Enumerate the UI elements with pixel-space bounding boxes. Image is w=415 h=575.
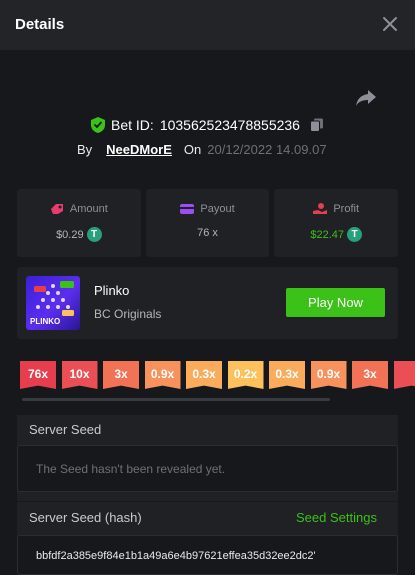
multiplier-value: 0.9x [311,367,347,381]
multiplier-slot: 10x [62,361,98,389]
server-seed-hash-value: bbfdf2a385e9f84e1b1a49a6e4b97621effea35d… [36,550,316,562]
seed-settings-link[interactable]: Seed Settings [296,510,377,525]
multiplier-value: 0.3x [186,367,222,381]
on-label: On [184,142,201,157]
server-seed-hash-box[interactable]: bbfdf2a385e9f84e1b1a49a6e4b97621effea35d… [17,535,398,575]
tether-icon: T [347,227,362,242]
page-title: Details [15,16,64,33]
multiplier-value: 3x [352,367,388,381]
by-label: By [77,142,92,157]
payout-card: Payout 76 x [146,189,270,257]
profit-hand-icon [313,203,327,215]
multiplier-slot: 0.2x [228,361,264,389]
bet-id-line: Bet ID: 103562523478855236 [0,116,415,134]
multiplier-slot-partial [394,361,415,389]
plinko-thumbnail[interactable]: PLINKO [26,276,80,330]
tether-icon: T [87,227,102,242]
profit-label: Profit [333,203,359,215]
plinko-thumb-text: PLINKO [30,317,60,326]
username-link[interactable]: NeeDMorE [106,142,172,157]
multiplier-slot: 3x [352,361,388,389]
verified-shield-icon [91,117,105,133]
profit-value: $22.47 [310,229,344,241]
profit-card: Profit $22.47 T [274,189,398,257]
game-name: Plinko [94,283,129,298]
multiplier-slot: 0.9x [311,361,347,389]
server-seed-box: The Seed hasn't been revealed yet. [17,445,398,492]
multiplier-value: 0.2x [228,367,264,381]
payout-value: 76 x [197,227,218,239]
multiplier-row: 76x 10x 3x 0.9x 0.3x 0.2x 0.3x 0.9x 3x [20,361,415,389]
multiplier-slot: 0.3x [269,361,305,389]
horizontal-scrollbar[interactable] [22,398,330,401]
amount-value: $0.29 [56,229,84,241]
multiplier-value: 0.3x [269,367,305,381]
game-provider: BC Originals [94,307,161,321]
bet-id-label: Bet ID: [111,117,154,133]
game-card: PLINKO Plinko BC Originals Play Now [17,267,398,339]
multiplier-value: 76x [20,367,56,381]
payout-label: Payout [200,203,234,215]
server-seed-placeholder: The Seed hasn't been revealed yet. [36,462,225,476]
bet-id-value: 103562523478855236 [160,117,300,133]
copy-icon[interactable] [310,118,324,132]
play-now-button[interactable]: Play Now [286,288,385,317]
multiplier-value: 3x [103,367,139,381]
share-icon[interactable] [355,88,377,108]
wallet-icon [180,203,194,215]
multiplier-slot: 0.3x [186,361,222,389]
multiplier-value: 0.9x [145,367,181,381]
server-seed-hash-label: Server Seed (hash) [29,510,142,525]
server-seed-label: Server Seed [29,422,101,437]
amount-label: Amount [70,203,108,215]
amount-icon [50,203,64,215]
multiplier-slot: 3x [103,361,139,389]
multiplier-slot: 0.9x [145,361,181,389]
bet-byline: By NeeDMorE On 20/12/2022 14.09.07 [77,140,327,158]
details-header: Details [0,0,415,50]
bet-date: 20/12/2022 14.09.07 [207,142,326,157]
close-icon[interactable] [380,14,400,34]
bet-stats: Amount $0.29 T Payout 76 x Profit $22. [17,189,398,257]
amount-card: Amount $0.29 T [17,189,141,257]
multiplier-slot: 76x [20,361,56,389]
multiplier-value: 10x [62,367,98,381]
